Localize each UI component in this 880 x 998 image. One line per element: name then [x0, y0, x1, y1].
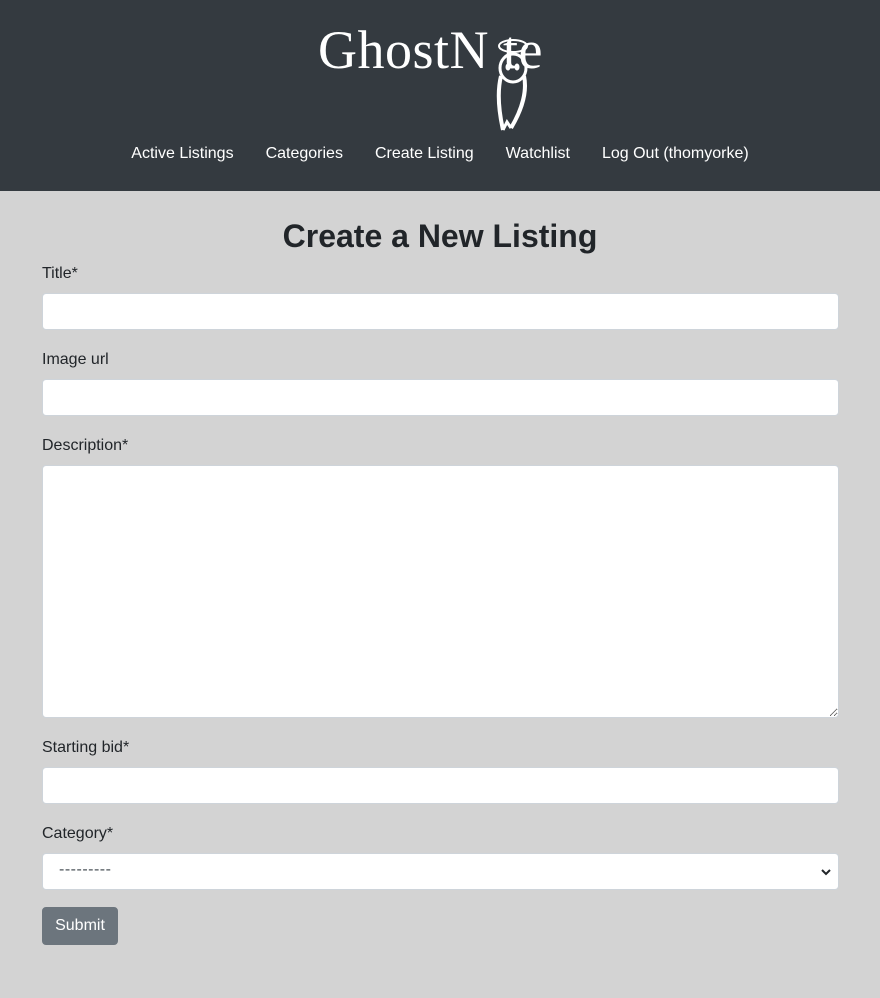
submit-button[interactable]: Submit — [42, 907, 118, 945]
category-selected-value: --------- — [59, 861, 112, 878]
ghost-note-icon — [496, 39, 528, 131]
site-logo[interactable]: GhostN te — [318, 18, 568, 133]
description-label: Description* — [42, 437, 129, 454]
nav-watchlist[interactable]: Watchlist — [506, 141, 570, 167]
nav-create-listing[interactable]: Create Listing — [375, 141, 474, 167]
nav-log-out[interactable]: Log Out (thomyorke) — [602, 141, 749, 167]
image-url-label: Image url — [42, 351, 109, 368]
site-header: GhostN te Active Listings Categories Cre… — [0, 0, 880, 191]
category-label: Category* — [42, 825, 114, 842]
title-label: Title* — [42, 265, 78, 282]
image-url-input[interactable] — [42, 379, 839, 416]
nav-categories[interactable]: Categories — [266, 141, 343, 167]
category-select[interactable]: --------- — [42, 853, 839, 890]
page-title: Create a New Listing — [282, 218, 598, 254]
title-input[interactable] — [42, 293, 839, 330]
starting-bid-input[interactable] — [42, 767, 839, 804]
chevron-down-icon — [821, 869, 831, 876]
starting-bid-label: Starting bid* — [42, 739, 130, 756]
description-textarea[interactable] — [42, 465, 839, 718]
main-nav: Active Listings Categories Create Listin… — [0, 141, 880, 167]
nav-active-listings[interactable]: Active Listings — [131, 141, 233, 167]
